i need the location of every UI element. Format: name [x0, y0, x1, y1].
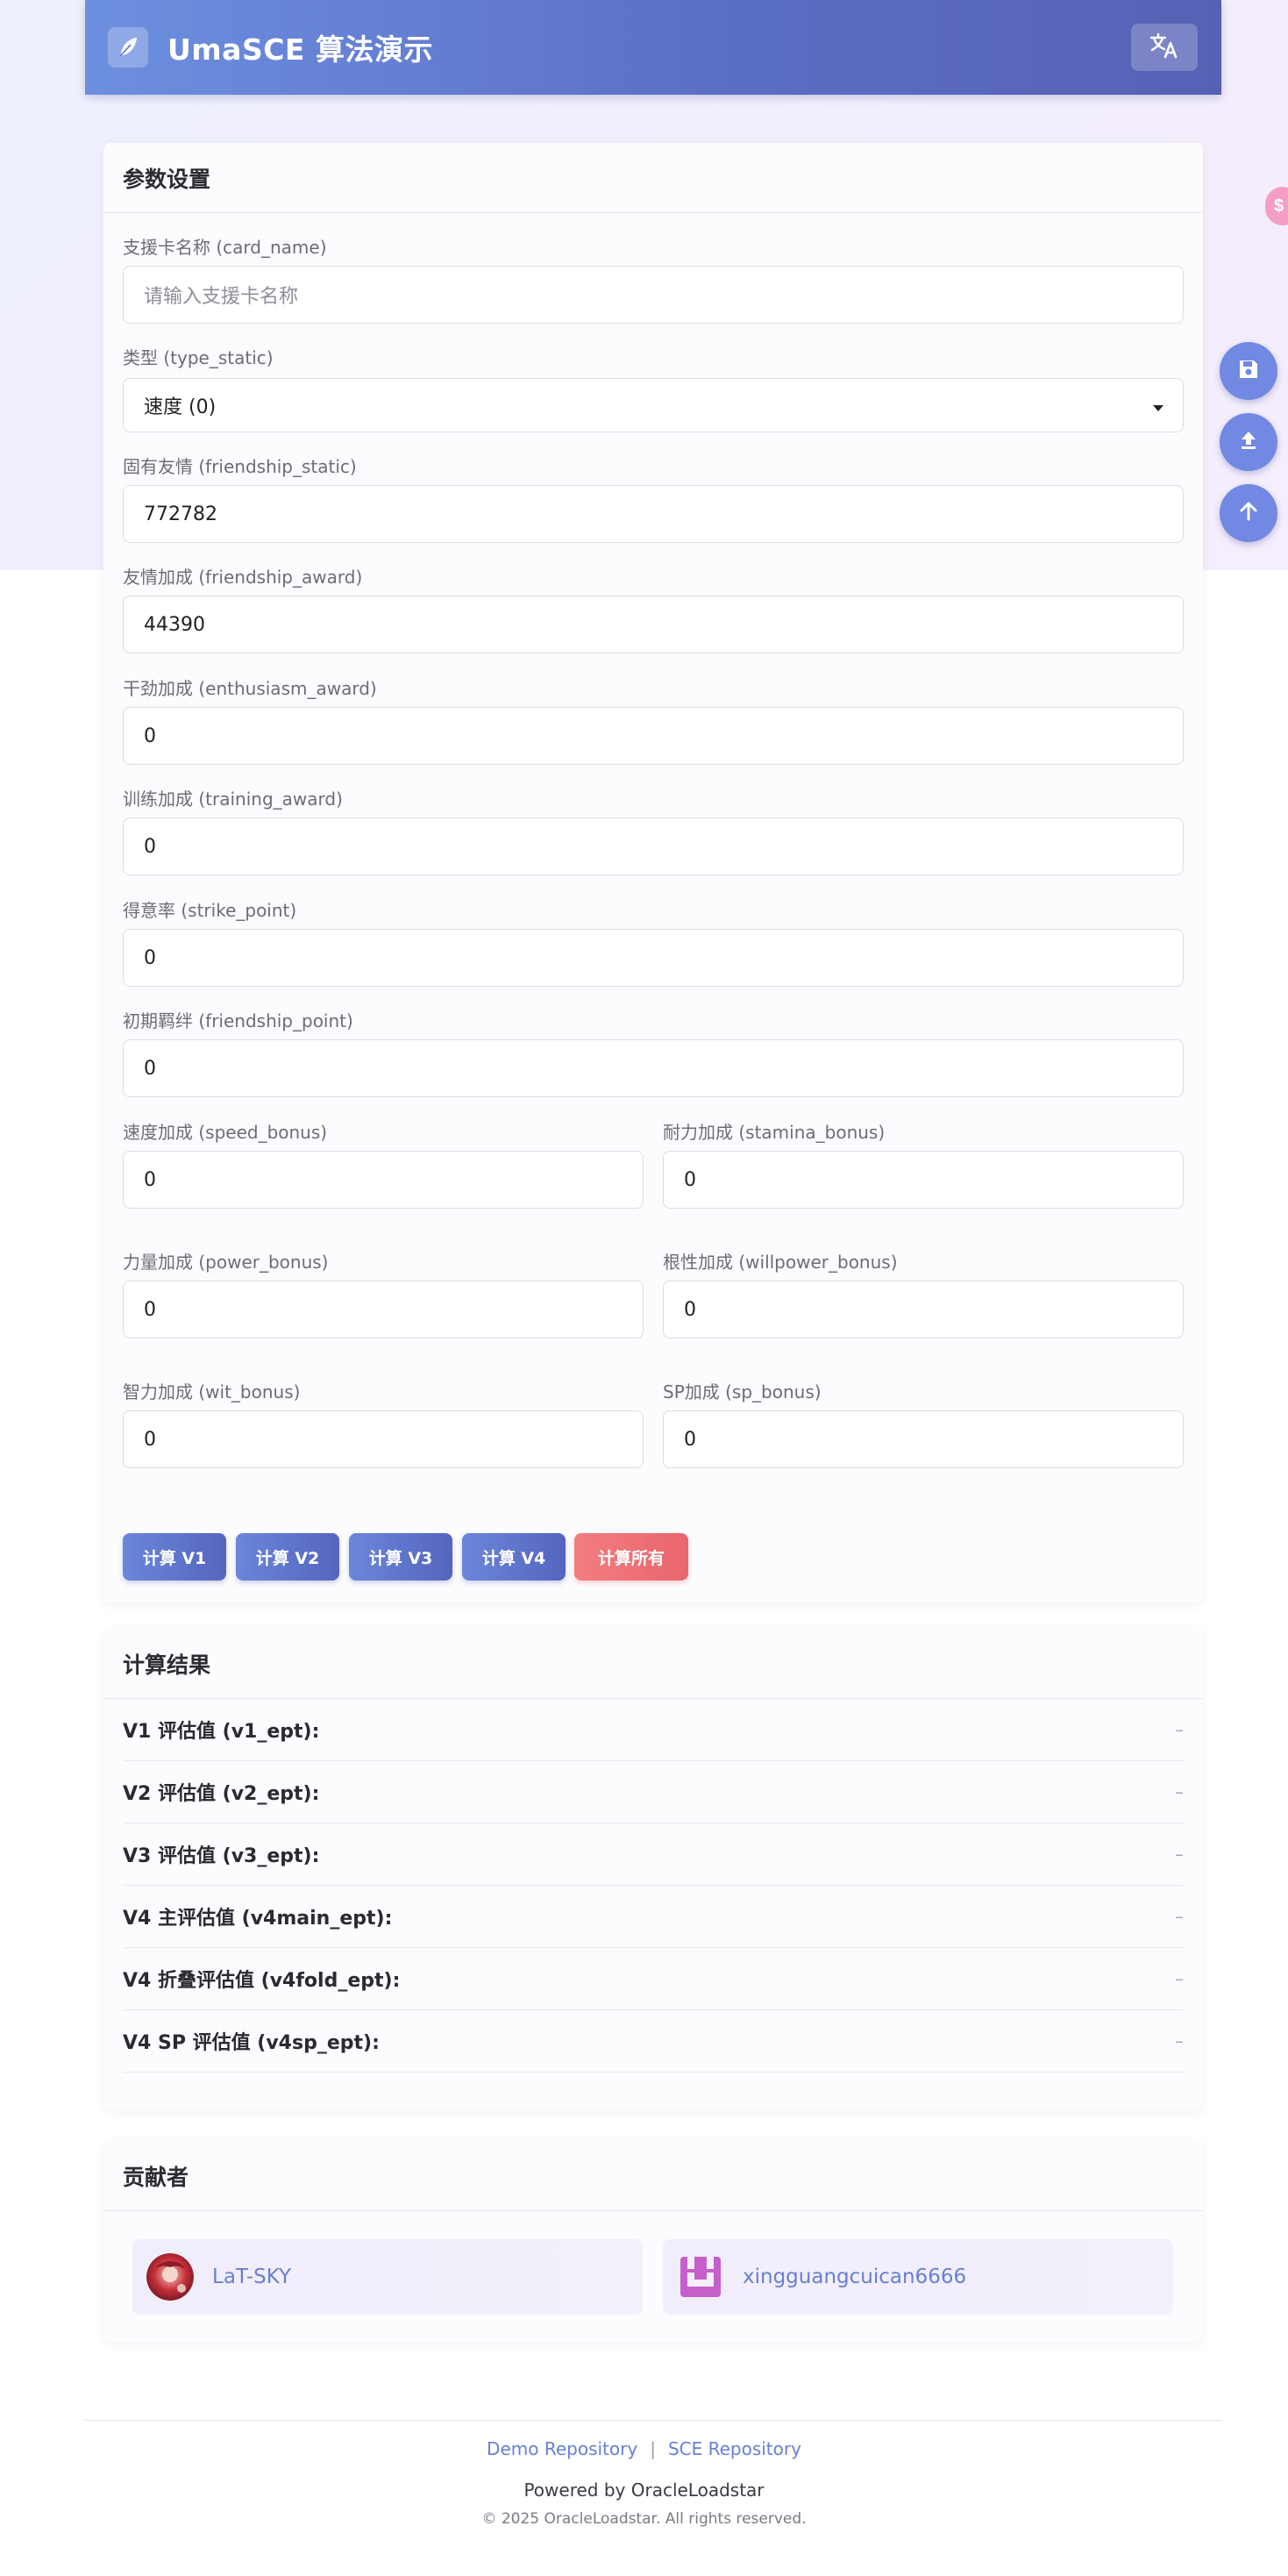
result-value: – [1175, 1844, 1184, 1865]
language-toggle-button[interactable] [1131, 24, 1198, 71]
result-row-v2: V2 评估值 (v2_ept): – [123, 1761, 1184, 1823]
params-title: 参数设置 [103, 143, 1203, 213]
contributors-title: 贡献者 [103, 2141, 1203, 2211]
friendship-static-input[interactable]: 772782 [123, 485, 1184, 543]
willpower-bonus-input[interactable]: 0 [663, 1281, 1184, 1338]
type-static-label: 类型 (type_static) [123, 347, 274, 368]
willpower-bonus-label: 根性加成 (willpower_bonus) [663, 1252, 898, 1273]
calc-v1-button[interactable]: 计算 V1 [123, 1533, 226, 1581]
result-value: – [1175, 1781, 1184, 1802]
result-label: V2 评估值 (v2_ept): [123, 1783, 320, 1805]
result-label: V4 折叠评估值 (v4fold_ept): [123, 1970, 401, 1992]
strike-point-label: 得意率 (strike_point) [123, 900, 297, 921]
enthusiasm-award-label: 干劲加成 (enthusiasm_award) [123, 678, 377, 699]
copyright: © 2025 OracleLoadstar. All rights reserv… [481, 2510, 807, 2528]
result-row-v3: V3 评估值 (v3_ept): – [123, 1823, 1184, 1886]
feather-pen-icon [108, 27, 148, 68]
result-row-v4fold: V4 折叠评估值 (v4fold_ept): – [123, 1948, 1184, 2010]
type-static-select[interactable]: 速度 (0) [123, 378, 1184, 432]
save-icon [1237, 358, 1260, 384]
contributor-name: LaT-SKY [212, 2266, 292, 2288]
friendship-award-label: 友情加成 (friendship_award) [123, 567, 363, 588]
training-award-label: 训练加成 (training_award) [123, 788, 343, 810]
app-title: UmaSCE 算法演示 [167, 32, 433, 67]
sp-bonus-label: SP加成 (sp_bonus) [663, 1381, 822, 1402]
card-name-label: 支援卡名称 (card_name) [123, 237, 327, 258]
calc-v3-button[interactable]: 计算 V3 [349, 1533, 452, 1581]
result-value: – [1175, 1968, 1184, 1989]
speed-bonus-input[interactable]: 0 [123, 1151, 644, 1209]
strike-point-input[interactable]: 0 [123, 929, 1184, 987]
translate-icon [1149, 32, 1179, 62]
avatar [677, 2253, 724, 2301]
wit-bonus-input[interactable]: 0 [123, 1410, 644, 1468]
sce-repository-link[interactable]: SCE Repository [668, 2438, 801, 2459]
calc-all-button[interactable]: 计算所有 [574, 1533, 688, 1581]
footer-separator: | [650, 2438, 656, 2459]
calc-v4-button[interactable]: 计算 V4 [462, 1533, 566, 1581]
enthusiasm-award-input[interactable]: 0 [123, 707, 1184, 765]
save-button[interactable] [1220, 342, 1277, 400]
results-title: 计算结果 [103, 1629, 1203, 1699]
result-row-v1: V1 评估值 (v1_ept): – [123, 1699, 1184, 1761]
footer-links: Demo Repository | SCE Repository [0, 2438, 1288, 2459]
upload-icon [1237, 429, 1260, 455]
result-label: V4 SP 评估值 (v4sp_ept): [123, 2032, 380, 2054]
result-value: – [1175, 1719, 1184, 1740]
type-static-value: 速度 (0) [144, 396, 217, 418]
demo-repository-link[interactable]: Demo Repository [487, 2438, 637, 2459]
contributor-card[interactable]: xingguangcuican6666 [663, 2239, 1173, 2315]
dollar-icon: $ [1274, 196, 1284, 216]
stamina-bonus-label: 耐力加成 (stamina_bonus) [663, 1122, 886, 1143]
speed-bonus-label: 速度加成 (speed_bonus) [123, 1122, 328, 1143]
chevron-down-icon [1153, 405, 1163, 411]
result-label: V1 评估值 (v1_ept): [123, 1721, 320, 1743]
result-label: V3 评估值 (v3_ept): [123, 1845, 320, 1867]
upload-button[interactable] [1220, 413, 1277, 471]
friendship-point-input[interactable]: 0 [123, 1039, 1184, 1097]
avatar [146, 2253, 194, 2301]
result-label: V4 主评估值 (v4main_ept): [123, 1908, 393, 1930]
stamina-bonus-input[interactable]: 0 [663, 1151, 1184, 1209]
results-card: 计算结果 V1 评估值 (v1_ept): – V2 评估值 (v2_ept):… [103, 1629, 1203, 2111]
calc-v2-button[interactable]: 计算 V2 [236, 1533, 339, 1581]
contributor-card[interactable]: LaT-SKY [132, 2239, 643, 2315]
app-header: UmaSCE 算法演示 [85, 0, 1221, 95]
result-row-v4sp: V4 SP 评估值 (v4sp_ept): – [123, 2010, 1184, 2073]
wit-bonus-label: 智力加成 (wit_bonus) [123, 1381, 301, 1402]
card-name-input[interactable]: 请输入支援卡名称 [123, 266, 1184, 324]
power-bonus-input[interactable]: 0 [123, 1281, 644, 1338]
friendship-award-input[interactable]: 44390 [123, 596, 1184, 653]
footer-divider [85, 2420, 1221, 2421]
sp-bonus-input[interactable]: 0 [663, 1410, 1184, 1468]
training-award-input[interactable]: 0 [123, 817, 1184, 875]
friendship-point-label: 初期羁绊 (friendship_point) [123, 1010, 353, 1031]
result-row-v4main: V4 主评估值 (v4main_ept): – [123, 1886, 1184, 1948]
powered-by: Powered by OracleLoadstar [523, 2480, 765, 2501]
power-bonus-label: 力量加成 (power_bonus) [123, 1252, 329, 1273]
contributor-name: xingguangcuican6666 [743, 2266, 967, 2288]
result-value: – [1175, 2030, 1184, 2052]
arrow-up-icon [1237, 500, 1260, 526]
friendship-static-label: 固有友情 (friendship_static) [123, 456, 357, 477]
scroll-to-top-button[interactable] [1220, 484, 1277, 542]
result-value: – [1175, 1906, 1184, 1927]
